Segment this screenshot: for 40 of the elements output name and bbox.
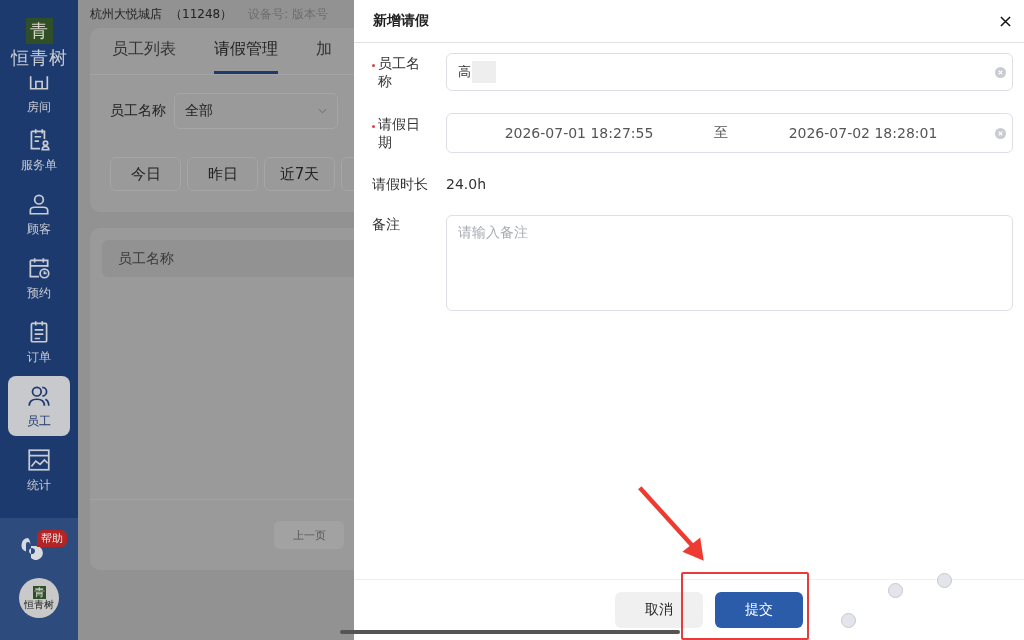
nav-item[interactable]: 员工 [8,376,70,436]
nav-item[interactable]: 订单 [8,312,70,372]
nav-item[interactable]: 房间 [8,70,70,116]
dialog-title: 新增请假 [373,12,429,30]
date-range-field[interactable]: 2026-07-01 18:27:55 至 2026-07-02 18:28:01 [446,113,1013,153]
end-date[interactable]: 2026-07-02 18:28:01 [731,125,995,141]
nav-item[interactable]: 预约 [8,248,70,308]
field-label: 备注 [372,215,400,233]
range-separator: 至 [713,124,729,142]
date-button[interactable]: 今日 [110,157,181,191]
store-code: （11248） [170,5,233,23]
field-label: 请假时长 [372,175,428,193]
tab[interactable]: 请假管理 [214,28,278,74]
tab[interactable]: 加 [316,28,332,74]
field-label: 员工名称 [378,54,421,90]
remark-field[interactable]: 请输入备注 [446,215,1013,311]
caret-icon [318,108,327,114]
duration-value: 24.0h [446,176,487,192]
nav-item[interactable]: 服务单 [8,120,70,180]
staff-dropdown[interactable]: 全部 [174,93,338,129]
date-button[interactable]: 近7天 [264,157,335,191]
filter-label: 员工名称 [110,102,166,120]
store-name: 杭州大悦城店 [90,5,162,23]
store-avatar[interactable]: 青 恒青树 [19,578,59,618]
chart-icon [26,446,52,473]
logo-mark: 青 [25,18,53,44]
date-button[interactable]: 昨日 [187,157,258,191]
close-icon[interactable] [1000,15,1011,27]
nav-item[interactable]: 顾客 [8,184,70,244]
start-date[interactable]: 2026-07-01 18:27:55 [447,125,711,141]
logo-mark: 青 [32,586,46,599]
logo-text: 恒青树 [10,46,68,70]
tab[interactable]: 员工列表 [112,28,176,74]
staff-name-field[interactable]: 高 [446,53,1013,91]
submit-button[interactable]: 提交 [715,592,803,628]
column-header: 员工名称 [118,249,174,268]
nav-item[interactable]: 统计 [8,440,70,500]
cancel-button[interactable]: 取消 [615,592,703,628]
help-badge[interactable]: 帮助 [37,530,67,547]
field-label: 请假日期 [378,115,421,151]
